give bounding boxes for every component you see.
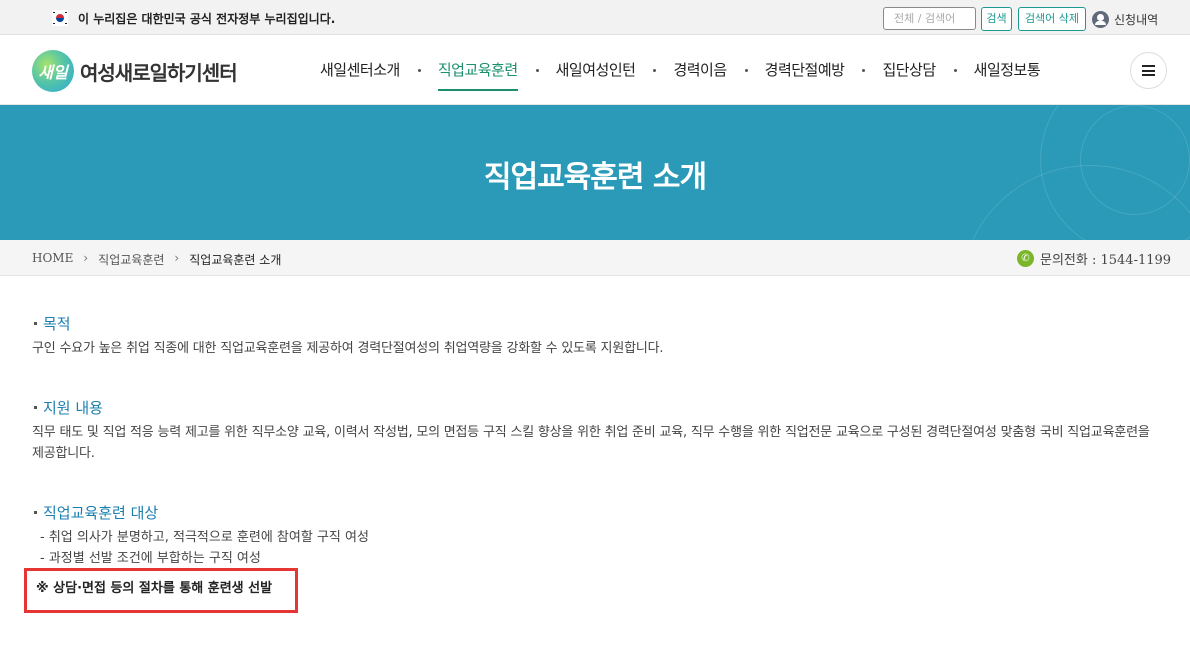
- nav-separator-dot: [744, 69, 748, 72]
- nav-label: 경력단절예방: [764, 61, 845, 79]
- section-text: 구인 수요가 높은 취업 직종에 대한 직업교육훈련을 제공하여 경력단절여성의…: [32, 341, 664, 356]
- nav-label: 새일정보통: [973, 61, 1041, 79]
- nav-item-career-link[interactable]: 경력이음: [673, 35, 748, 105]
- hamburger-icon: [1142, 65, 1155, 76]
- section-purpose: 목적 구인 수요가 높은 취업 직종에 대한 직업교육훈련을 제공하여 경력단절…: [32, 313, 1162, 359]
- chevron-right-icon: ›: [83, 251, 89, 265]
- nav-separator-dot: [953, 69, 957, 72]
- nav-label: 집단상담: [882, 61, 936, 79]
- contact-phone: ✆ 문의전화 : 1544-1199: [1017, 249, 1171, 268]
- list-item: - 취업 의사가 분명하고, 적극적으로 훈련에 참여할 구직 여성: [40, 530, 369, 545]
- phone-icon: ✆: [1017, 250, 1034, 267]
- breadcrumb-level1[interactable]: 직업교육훈련: [98, 251, 164, 268]
- nav-separator-dot: [535, 69, 539, 72]
- contact-phone-text: 문의전화 : 1544-1199: [1040, 253, 1172, 268]
- nav-item-job-training[interactable]: 직업교육훈련: [437, 35, 539, 105]
- gov-notice-bar: 이 누리집은 대한민국 공식 전자정부 누리집입니다. 검색 검색어 삭제 신청…: [0, 0, 1190, 35]
- bullet-icon: [34, 321, 37, 325]
- nav-item-info[interactable]: 새일정보통: [974, 35, 1041, 105]
- nav-item-group-counsel[interactable]: 집단상담: [882, 35, 957, 105]
- breadcrumb-current: 직업교육훈련 소개: [189, 253, 282, 267]
- main-content: 목적 구인 수요가 높은 취업 직종에 대한 직업교육훈련을 제공하여 경력단절…: [32, 313, 1162, 609]
- nav-separator-dot: [653, 69, 657, 72]
- page-banner: 직업교육훈련 소개: [0, 105, 1190, 240]
- nav-item-center-intro[interactable]: 새일센터소개: [320, 35, 421, 105]
- search-button[interactable]: 검색: [981, 7, 1012, 31]
- application-history-link[interactable]: 신청내역: [1092, 9, 1158, 29]
- section-title: 지원 내용: [32, 397, 1162, 418]
- clear-search-button[interactable]: 검색어 삭제: [1018, 7, 1086, 31]
- section-title-text: 지원 내용: [43, 399, 103, 417]
- section-title-text: 목적: [43, 315, 71, 333]
- search-input[interactable]: [883, 7, 976, 30]
- breadcrumb: HOME › 직업교육훈련 › 직업교육훈련 소개: [32, 251, 281, 268]
- site-logo[interactable]: 새일 여성새로일하기센터: [32, 50, 238, 92]
- list-item: - 과정별 선발 조건에 부합하는 구직 여성: [40, 551, 261, 566]
- all-menu-button[interactable]: [1130, 52, 1167, 89]
- selection-notice: ※ 상담·면접 등의 절차를 통해 훈련생 선발: [24, 568, 298, 613]
- bullet-icon: [34, 510, 37, 514]
- nav-label: 경력이음: [673, 61, 727, 79]
- nav-label: 새일센터소개: [320, 61, 400, 79]
- site-header: 새일 여성새로일하기센터 새일센터소개 직업교육훈련 새일여성인턴 경력이음 경…: [0, 35, 1190, 105]
- page-title: 직업교육훈련 소개: [483, 160, 707, 195]
- section-text: 직무 태도 및 직업 적응 능력 제고를 위한 직무소양 교육, 이력서 작성법…: [32, 425, 1150, 461]
- nav-item-intern[interactable]: 새일여성인턴: [555, 35, 657, 105]
- chevron-right-icon: ›: [174, 251, 180, 265]
- section-title-text: 직업교육훈련 대상: [43, 504, 159, 522]
- user-icon: [1092, 10, 1109, 28]
- section-title: 직업교육훈련 대상: [32, 502, 1162, 523]
- gov-notice-text: 이 누리집은 대한민국 공식 전자정부 누리집입니다.: [78, 12, 336, 26]
- breadcrumb-bar: HOME › 직업교육훈련 › 직업교육훈련 소개 ✆ 문의전화 : 1544-…: [0, 240, 1190, 276]
- bullet-icon: [34, 405, 37, 409]
- application-history-label: 신청내역: [1114, 12, 1159, 27]
- section-title: 목적: [32, 313, 1162, 334]
- nav-item-career-prevention[interactable]: 경력단절예방: [764, 35, 866, 105]
- section-support: 지원 내용 직무 태도 및 직업 적응 능력 제고를 위한 직무소양 교육, 이…: [32, 397, 1162, 464]
- logo-mark-icon: 새일: [32, 50, 74, 92]
- logo-text: 여성새로일하기센터: [80, 60, 238, 85]
- korea-flag-icon: [52, 10, 68, 26]
- main-nav: 새일센터소개 직업교육훈련 새일여성인턴 경력이음 경력단절예방 집단상담 새일…: [300, 35, 1078, 105]
- nav-separator-dot: [417, 69, 421, 72]
- nav-label: 직업교육훈련: [437, 61, 518, 79]
- section-target: 직업교육훈련 대상 - 취업 의사가 분명하고, 적극적으로 훈련에 참여할 구…: [32, 502, 1162, 569]
- nav-label: 새일여성인턴: [555, 61, 636, 79]
- nav-separator-dot: [862, 69, 866, 72]
- breadcrumb-home[interactable]: HOME: [32, 251, 73, 268]
